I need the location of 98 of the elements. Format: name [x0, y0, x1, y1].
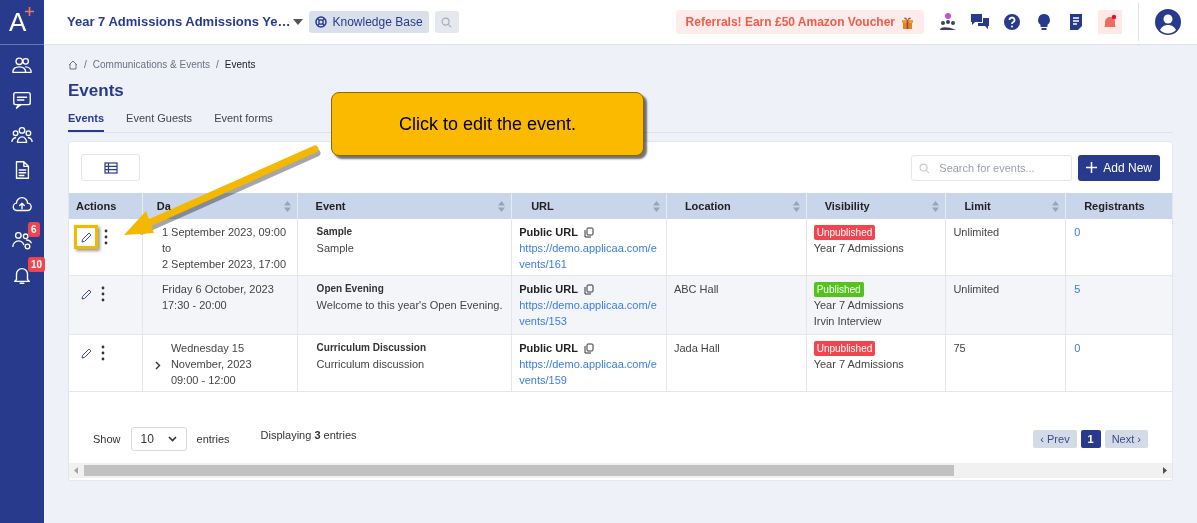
column-header: URL: [531, 198, 554, 214]
registrants-link[interactable]: 0: [1074, 342, 1081, 354]
next-page-button[interactable]: Next ›: [1104, 430, 1148, 448]
event-description: Welcome to this year's Open Evening.: [316, 298, 504, 313]
url-link[interactable]: https://demo.applicaa.com/e vents/153: [519, 297, 666, 329]
logo[interactable]: A: [9, 7, 35, 37]
location-text: ABC Hall: [673, 283, 719, 295]
horizontal-scrollbar[interactable]: [69, 463, 1172, 478]
limit-text: Unlimited: [953, 226, 1000, 238]
page-title: Events: [68, 80, 125, 102]
limit-text: Unlimited: [953, 283, 1000, 295]
entries-label: entries: [196, 431, 230, 447]
url-link[interactable]: https://demo.applicaa.com/e vents/159: [519, 356, 666, 388]
url-link[interactable]: https://demo.applicaa.com/e vents/161: [519, 240, 666, 272]
limit-text: 75: [953, 342, 966, 354]
event-description: Sample: [316, 241, 355, 256]
scrollbar-thumb[interactable]: [84, 465, 954, 476]
people-idea-icon[interactable]: [938, 12, 958, 32]
previous-page-button[interactable]: ‹ Prev: [1033, 430, 1077, 448]
more-icon[interactable]: [104, 229, 108, 245]
visibility-text: Year 7 Admissions: [813, 241, 905, 256]
callout: Click to edit the event.: [331, 92, 644, 156]
registrants-link[interactable]: 5: [1074, 283, 1081, 295]
event-description: Curriculum discussion: [316, 357, 426, 372]
lifebuoy-icon: [314, 16, 327, 28]
plus-icon: [1086, 162, 1098, 173]
pencil-icon: [79, 346, 93, 360]
column-header: Location: [684, 198, 731, 214]
breadcrumb-separator: /: [84, 58, 87, 72]
page-size-select[interactable]: 10: [130, 427, 187, 451]
page-button[interactable]: 1: [1080, 430, 1101, 448]
count-badge: 6: [28, 222, 40, 237]
table-icon: [103, 161, 118, 174]
status-badge: Published: [813, 282, 864, 297]
status-badge: Unpublished: [813, 341, 876, 356]
visibility-text: Irvin Interview: [813, 314, 883, 329]
copy-icon[interactable]: [583, 342, 594, 354]
visibility-text: Year 7 Admissions: [813, 357, 905, 372]
event-date: 1 September 2023, 09:00: [161, 225, 287, 240]
tab[interactable]: Event Guests: [126, 109, 193, 132]
event-date: to: [161, 241, 173, 256]
caret-icon: [292, 19, 303, 25]
event-date: 09:00 - 12:00: [170, 373, 237, 388]
event-title: Sample: [316, 225, 354, 239]
tab[interactable]: Event forms: [214, 109, 273, 132]
chevron-right-icon[interactable]: [154, 361, 161, 370]
chevron-down-icon: [167, 436, 177, 442]
column-header: Da: [156, 198, 171, 214]
search-icon: [919, 162, 931, 174]
visibility-text: Year 7 Admissions: [813, 298, 905, 313]
column-header: Limit: [964, 198, 991, 214]
help-icon[interactable]: [1002, 12, 1022, 32]
home-icon[interactable]: [68, 59, 78, 70]
entries-count: Displaying 3 entries: [260, 427, 357, 443]
table-view-button[interactable]: [81, 154, 140, 181]
people-icon[interactable]: [11, 54, 33, 76]
event-date: November, 2023: [170, 357, 252, 372]
breadcrumb-current: Events: [224, 58, 256, 72]
url-label: Public URL: [519, 225, 578, 240]
gift-icon: [901, 15, 914, 29]
url-label: Public URL: [519, 282, 578, 297]
event-date: 2 September 2023, 17:00: [161, 257, 287, 272]
knowledge-base-button[interactable]: Knowledge Base: [308, 11, 429, 33]
show-label: Show: [93, 431, 121, 447]
column-header: Actions: [76, 198, 117, 214]
event-date: Wednesday 15: [170, 341, 246, 356]
copy-icon[interactable]: [583, 226, 594, 238]
event-date: 17:30 - 20:00: [161, 298, 228, 313]
pencil-icon: [79, 230, 93, 244]
registrants-link[interactable]: 0: [1074, 226, 1081, 238]
chat-icon[interactable]: [11, 89, 33, 111]
count-badge: 10: [28, 257, 46, 272]
column-header: Registrants: [1084, 198, 1145, 214]
event-date: Friday 6 October, 2023: [161, 282, 274, 297]
tab[interactable]: Events: [68, 109, 105, 132]
status-badge: Unpublished: [813, 225, 876, 240]
more-icon[interactable]: [101, 345, 105, 361]
event-title: Open Evening: [316, 282, 385, 296]
bell-icon: [1102, 14, 1118, 30]
breadcrumb-link[interactable]: Communications & Events: [92, 57, 211, 72]
copy-icon[interactable]: [583, 283, 594, 295]
column-header: Visibility: [824, 198, 870, 214]
workspace-dropdown[interactable]: Year 7 Admissions Admissions Ye…: [67, 12, 303, 32]
column-header: Event: [315, 198, 346, 214]
avatar-icon[interactable]: [1155, 9, 1181, 35]
group-icon[interactable]: [11, 124, 33, 146]
url-label: Public URL: [519, 341, 578, 356]
event-title: Curriculum Discussion: [316, 341, 428, 355]
search-field[interactable]: Search for events...: [911, 154, 1073, 181]
notification-button[interactable]: [1098, 10, 1122, 34]
add-new-button[interactable]: Add New: [1078, 154, 1160, 181]
search-icon: [441, 16, 453, 28]
breadcrumb-separator: /: [216, 58, 219, 72]
more-icon[interactable]: [101, 286, 105, 302]
group-gear-icon[interactable]: [11, 229, 33, 251]
location-text: Jada Hall: [673, 342, 720, 354]
edit-button[interactable]: [74, 225, 98, 249]
pencil-icon: [79, 287, 93, 301]
